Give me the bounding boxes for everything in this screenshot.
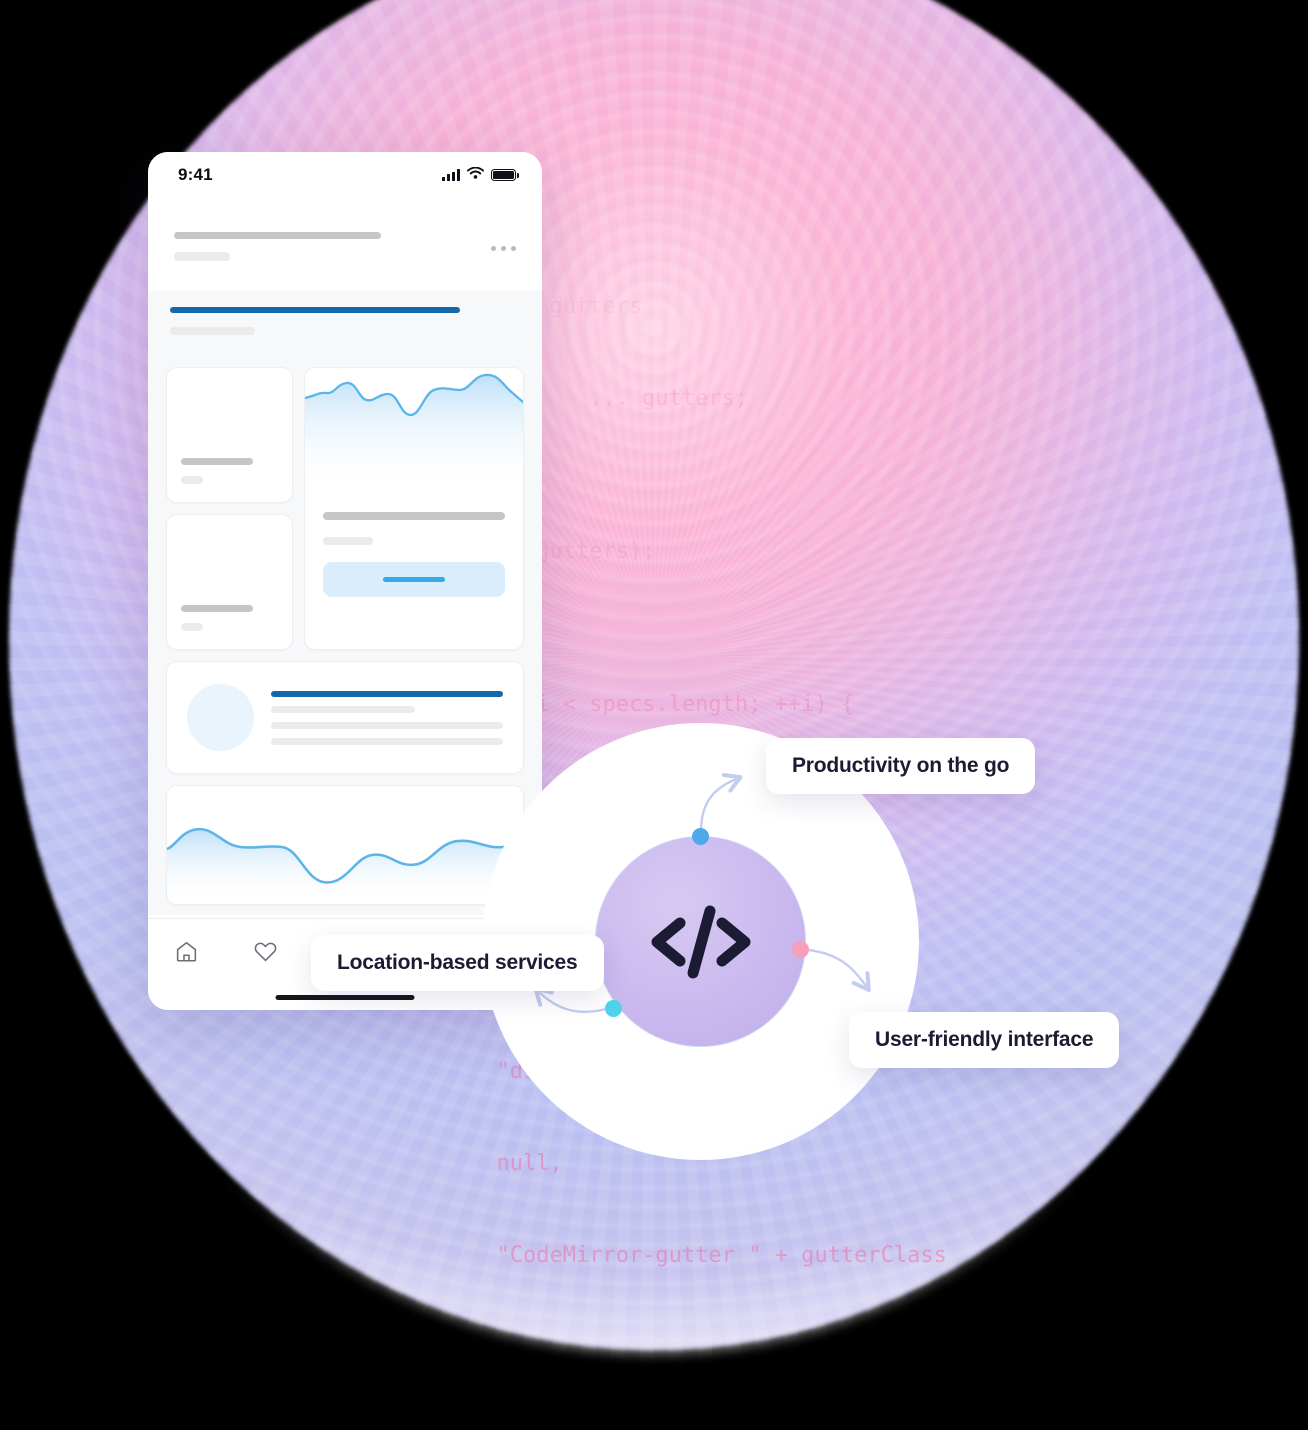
- phone-mockup: 9:41: [148, 152, 542, 1010]
- app-body: [148, 291, 542, 915]
- callout-label: User-friendly interface: [875, 1028, 1094, 1051]
- kebab-menu-icon[interactable]: [491, 224, 516, 251]
- chart-card-meta: [305, 488, 523, 545]
- callout-label: Location-based services: [337, 951, 578, 974]
- app-header: [148, 198, 542, 291]
- stat-card[interactable]: [166, 367, 293, 503]
- skeleton-button-label: [383, 577, 445, 582]
- scene-root: = gutters = ... gutters; rent gutters); …: [0, 0, 1308, 1430]
- primary-action-button[interactable]: [323, 562, 505, 597]
- callout-label: Productivity on the go: [792, 754, 1010, 777]
- skeleton-line: [271, 705, 415, 713]
- heart-icon[interactable]: [253, 939, 278, 964]
- status-time: 9:41: [178, 165, 213, 184]
- skeleton-line: [181, 623, 203, 631]
- skeleton-line: [181, 458, 253, 465]
- card-grid: [166, 367, 524, 650]
- callout-productivity[interactable]: Productivity on the go: [766, 738, 1036, 794]
- code-line: rent gutters);: [470, 539, 656, 565]
- connector-dot-right: [792, 941, 809, 958]
- stat-card[interactable]: [166, 514, 293, 650]
- code-line: "CodeMirror-gutter " + gutterClass: [470, 1242, 947, 1268]
- wide-chart-card[interactable]: [166, 785, 524, 905]
- connector-dot-left: [605, 1000, 622, 1017]
- code-line: = gutters: [470, 294, 643, 320]
- profile-card[interactable]: [166, 661, 524, 774]
- skeleton-line: [181, 476, 203, 484]
- skeleton-subtitle: [174, 252, 230, 261]
- status-bar: 9:41: [148, 152, 542, 198]
- skeleton-section-title: [170, 307, 460, 313]
- card-column-left: [166, 367, 293, 650]
- skeleton-line: [271, 737, 503, 745]
- callout-location[interactable]: Location-based services: [311, 935, 604, 991]
- skeleton-line: [323, 537, 373, 545]
- signal-bars-icon: [442, 169, 460, 181]
- header-skeleton-lines: [174, 224, 381, 261]
- status-icons: [442, 166, 519, 184]
- connector-dot-top: [692, 828, 709, 845]
- home-icon[interactable]: [174, 939, 199, 964]
- section-header: [166, 291, 524, 367]
- skeleton-line: [323, 512, 505, 520]
- profile-skeleton-lines: [271, 690, 503, 745]
- home-indicator: [275, 995, 415, 1000]
- skeleton-name: [271, 690, 503, 697]
- code-brackets-icon: [643, 899, 759, 985]
- callout-user[interactable]: User-friendly interface: [849, 1012, 1120, 1068]
- skeleton-line: [181, 605, 253, 612]
- area-chart: [305, 368, 523, 488]
- code-line: = ... gutters;: [470, 386, 749, 412]
- avatar: [187, 684, 254, 751]
- skeleton-line: [271, 721, 503, 729]
- battery-icon: [491, 168, 519, 182]
- code-line: null,: [470, 1151, 563, 1176]
- wifi-icon: [467, 166, 484, 184]
- hub-core[interactable]: [595, 836, 806, 1047]
- skeleton-section-sub: [170, 327, 255, 335]
- chart-card[interactable]: [304, 367, 524, 650]
- code-line: = 0; i < specs.length; ++i) {: [470, 692, 855, 718]
- skeleton-title: [174, 232, 381, 239]
